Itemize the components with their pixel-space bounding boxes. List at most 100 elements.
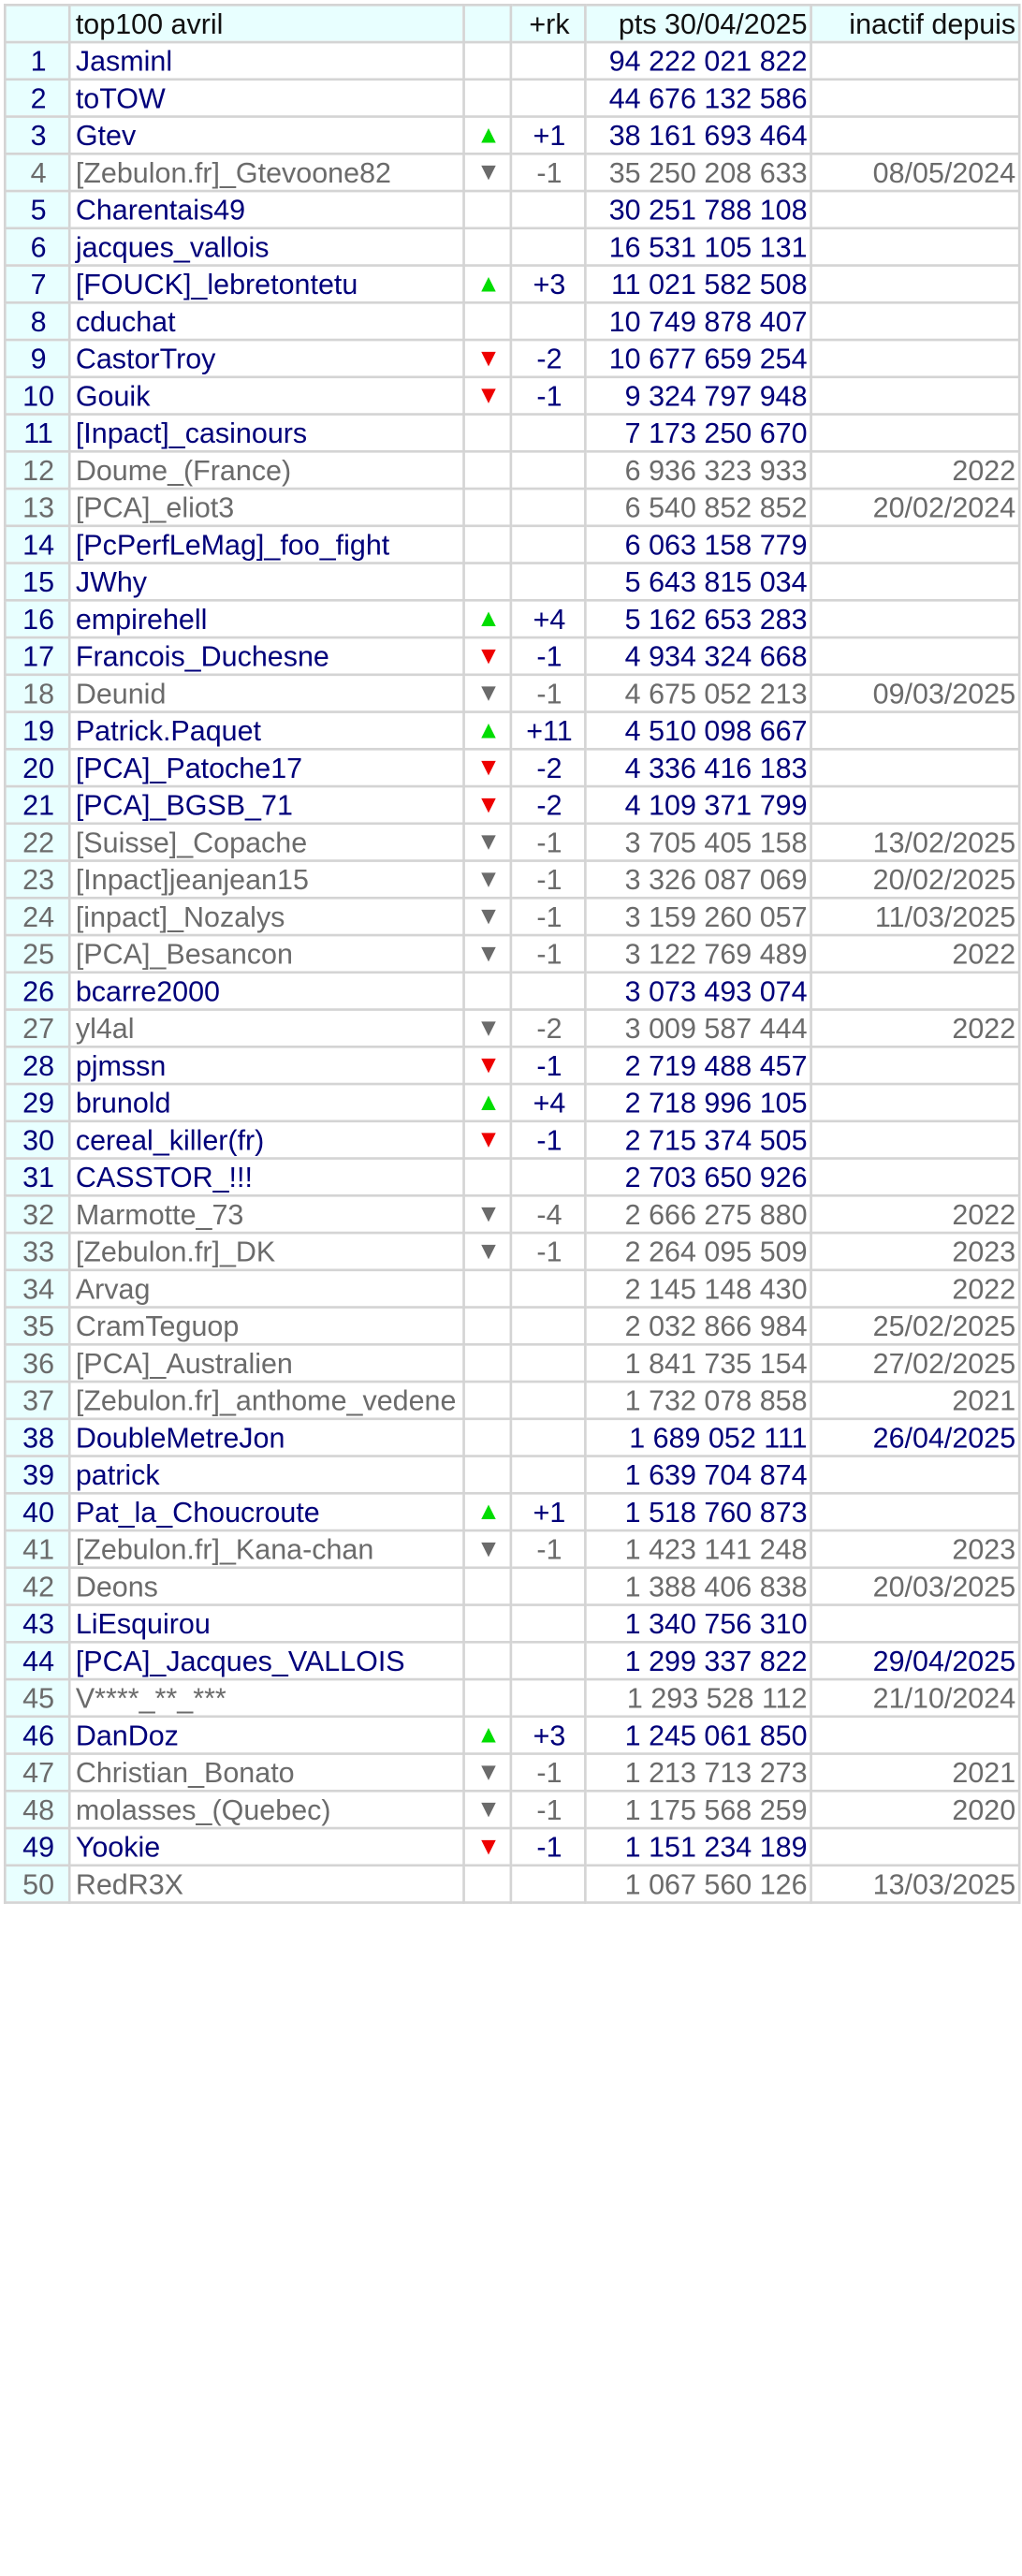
row-player-name: cereal_killer(fr) <box>67 1120 465 1160</box>
row-trend-icon <box>462 1157 513 1197</box>
row-rank: 26 <box>3 971 71 1011</box>
row-rank-change <box>509 449 587 490</box>
row-rank: 3 <box>3 115 71 155</box>
row-rank-change <box>509 1157 587 1197</box>
row-rank: 13 <box>3 487 71 528</box>
row-trend-icon <box>462 227 513 267</box>
row-points: 1 841 735 154 <box>584 1342 812 1383</box>
arrow-down-icon: ▼ <box>475 791 502 819</box>
table-row: 21 [PCA]_BGSB_71 ▼ -2 4 109 371 799 <box>3 784 1021 826</box>
table-row: 7 [FOUCK]_lebretontetu ▲ +3 11 021 582 5… <box>3 264 1021 304</box>
row-trend-icon: ▲ <box>462 1715 513 1755</box>
row-trend-icon: ▼ <box>462 1789 513 1830</box>
row-trend-icon: ▼ <box>462 338 513 379</box>
row-points: 1 423 141 248 <box>584 1529 812 1570</box>
table-row: 20 [PCA]_Patoche17 ▼ -2 4 336 416 183 <box>3 747 1021 788</box>
row-points: 6 063 158 779 <box>584 524 812 564</box>
row-trend-icon <box>462 1455 513 1495</box>
row-player-name: brunold <box>67 1082 465 1123</box>
row-trend-icon: ▼ <box>462 636 513 677</box>
table-row: 18 Deunid ▼ -1 4 675 052 213 09/03/2025 <box>3 673 1021 713</box>
row-trend-icon: ▼ <box>462 822 513 862</box>
row-inactive-since <box>810 40 1021 81</box>
row-rank: 5 <box>3 189 71 230</box>
table-row: 1 Jasminl 94 222 021 822 <box>3 40 1021 81</box>
arrow-up-icon: ▲ <box>475 121 502 149</box>
row-rank-change <box>509 227 587 267</box>
table-row: 10 Gouik ▼ -1 9 324 797 948 <box>3 375 1021 416</box>
row-inactive-since <box>810 227 1021 267</box>
table-row: 48 molasses_(Quebec) ▼ -1 1 175 568 259 … <box>3 1789 1021 1830</box>
row-points: 94 222 021 822 <box>584 40 812 81</box>
row-points: 30 251 788 108 <box>584 189 812 230</box>
row-trend-icon <box>462 300 513 342</box>
row-points: 44 676 132 586 <box>584 78 812 118</box>
table-row: 46 DanDoz ▲ +3 1 245 061 850 <box>3 1715 1021 1755</box>
row-rank-change <box>509 1306 587 1346</box>
table-row: 8 cduchat 10 749 878 407 <box>3 300 1021 342</box>
table-row: 49 Yookie ▼ -1 1 151 234 189 <box>3 1826 1021 1867</box>
row-rank-change: -1 <box>509 152 587 193</box>
row-player-name: patrick <box>67 1455 465 1495</box>
table-row: 13 [PCA]_eliot3 6 540 852 852 20/02/2024 <box>3 487 1021 528</box>
row-points: 4 336 416 183 <box>584 747 812 788</box>
row-rank-change: -1 <box>509 822 587 862</box>
row-player-name: CramTeguop <box>67 1306 465 1346</box>
arrow-down-icon: ▼ <box>475 828 502 856</box>
row-rank: 43 <box>3 1603 71 1644</box>
row-player-name: [Zebulon.fr]_Gtevoone82 <box>67 152 465 193</box>
row-player-name: DanDoz <box>67 1715 465 1755</box>
row-rank-change <box>509 1342 587 1383</box>
row-points: 4 510 098 667 <box>584 710 812 751</box>
row-rank-change <box>509 1864 587 1904</box>
table-row: 32 Marmotte_73 ▼ -4 2 666 275 880 2022 <box>3 1193 1021 1235</box>
row-inactive-since: 26/04/2025 <box>810 1417 1021 1457</box>
row-points: 2 666 275 880 <box>584 1193 812 1235</box>
row-points: 10 677 659 254 <box>584 338 812 379</box>
row-rank: 17 <box>3 636 71 677</box>
row-points: 2 719 488 457 <box>584 1045 812 1086</box>
row-rank-change: -1 <box>509 933 587 974</box>
row-rank-change: +11 <box>509 710 587 751</box>
row-points: 1 388 406 838 <box>584 1566 812 1606</box>
row-trend-icon <box>462 1306 513 1346</box>
row-trend-icon <box>462 971 513 1011</box>
table-row: 36 [PCA]_Australien 1 841 735 154 27/02/… <box>3 1342 1021 1383</box>
row-player-name: [PCA]_Patoche17 <box>67 747 465 788</box>
table-row: 45 V****_**_*** 1 293 528 112 21/10/2024 <box>3 1677 1021 1719</box>
row-trend-icon: ▼ <box>462 1120 513 1160</box>
arrow-down-icon: ▼ <box>475 1014 502 1042</box>
arrow-down-icon: ▼ <box>475 1535 502 1563</box>
row-rank: 44 <box>3 1640 71 1681</box>
row-points: 2 032 866 984 <box>584 1306 812 1346</box>
row-inactive-since <box>810 1045 1021 1086</box>
row-player-name: Gtev <box>67 115 465 155</box>
row-rank-change <box>509 971 587 1011</box>
row-rank-change <box>509 413 587 453</box>
row-inactive-since: 11/03/2025 <box>810 896 1021 937</box>
table-header-row: top100 avril +rk pts 30/04/2025 inactif … <box>3 3 1021 44</box>
row-inactive-since <box>810 1491 1021 1532</box>
row-rank-change: +3 <box>509 1715 587 1755</box>
table-row: 23 [Inpact]jeanjean15 ▼ -1 3 326 087 069… <box>3 859 1021 900</box>
row-player-name: [Suisse]_Copache <box>67 822 465 862</box>
row-inactive-since <box>810 1826 1021 1867</box>
row-trend-icon <box>462 1380 513 1421</box>
row-trend-icon <box>462 1603 513 1644</box>
row-trend-icon <box>462 40 513 81</box>
table-row: 25 [PCA]_Besancon ▼ -1 3 122 769 489 202… <box>3 933 1021 974</box>
row-rank: 27 <box>3 1008 71 1048</box>
row-rank-change <box>509 1677 587 1719</box>
table-row: 15 JWhy 5 643 815 034 <box>3 562 1021 602</box>
row-player-name: Charentais49 <box>67 189 465 230</box>
row-rank: 18 <box>3 673 71 713</box>
row-player-name: pjmssn <box>67 1045 465 1086</box>
row-rank: 32 <box>3 1193 71 1235</box>
row-inactive-since <box>810 1603 1021 1644</box>
row-inactive-since <box>810 598 1021 639</box>
row-trend-icon <box>462 562 513 602</box>
row-inactive-since <box>810 784 1021 826</box>
row-inactive-since: 13/03/2025 <box>810 1864 1021 1904</box>
row-player-name: Patrick.Paquet <box>67 710 465 751</box>
row-rank-change: -1 <box>509 1529 587 1570</box>
